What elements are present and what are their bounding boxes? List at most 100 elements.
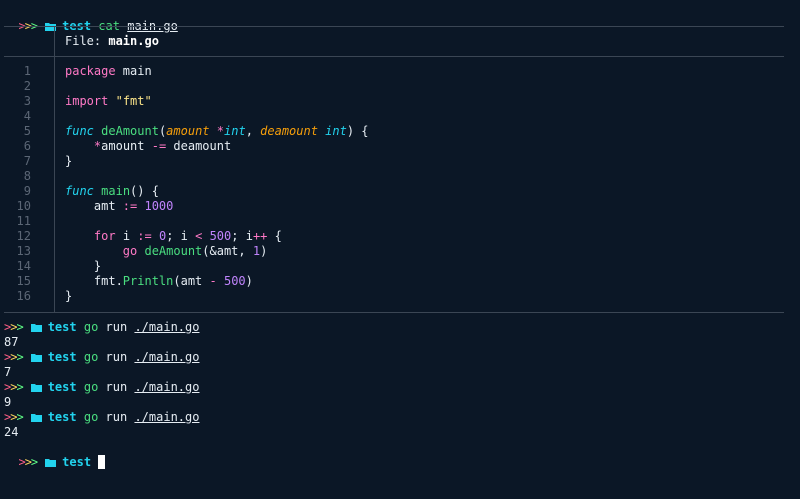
command-arg: run [105,380,128,394]
code-token: } [65,289,73,303]
line-number: 7 [23,154,31,168]
line-number: 10 [16,199,31,213]
folder-icon [30,414,42,422]
code-token: } [65,154,73,168]
top-divider [4,26,784,27]
code-token: 1 [252,244,261,258]
code-token: i [115,229,138,243]
code-token: (&amt, [202,244,253,258]
code-token: } [65,259,102,273]
code-text: } [65,154,72,169]
folder-icon [30,384,42,392]
code-token: amount [166,124,210,138]
code-token: 500 [209,229,232,243]
command-path: ./main.go [134,350,200,364]
code-token: Println [122,274,174,288]
prompt-line-cat: >>>test cat main.go [4,4,177,33]
code-token: () { [130,184,159,198]
code-token: deAmount [101,124,159,138]
prompt-line-run: >>> test go run ./main.go [4,320,199,335]
prompt-line-run: >>> test go run ./main.go [4,350,199,365]
code-token: ; i [166,229,196,243]
line-number: 8 [23,169,31,183]
code-token: ++ [252,229,268,243]
code-token: for [93,229,116,243]
prompt-arrows: >>> [4,380,24,394]
code-token: go [122,244,138,258]
code-token: 1000 [144,199,174,213]
active-prompt-line[interactable]: >>> test [4,440,106,469]
prompt-directory: test [47,350,77,364]
code-token: 500 [223,274,246,288]
command-name: go [83,410,99,424]
line-number: 9 [23,184,31,198]
command-path: ./main.go [134,380,200,394]
command-output: 7 [4,365,12,379]
folder-icon [30,324,42,332]
header-divider [4,56,784,57]
line-number: 5 [23,124,31,138]
command-arg: run [105,410,128,424]
code-token: amt [65,199,123,213]
prompt-line-run: >>> test go run ./main.go [4,380,199,395]
text-cursor[interactable] [98,455,106,469]
file-header-label: File: [65,34,102,48]
code-token: amount [101,139,152,153]
code-token: deamount [260,124,318,138]
header-gutter-divider [54,26,55,56]
line-number: 3 [23,94,31,108]
prompt-directory: test [47,380,77,394]
code-token: fmt. [65,274,123,288]
code-token: ) [260,244,268,258]
command-name: go [83,320,99,334]
code-text: go deAmount(&amt, 1) [65,244,268,259]
code-token: main [101,184,131,198]
code-token: -= [151,139,167,153]
code-token: int [325,124,347,138]
folder-icon [30,354,42,362]
code-token: int [224,124,246,138]
command-output: 9 [4,395,12,409]
code-text: } [65,289,72,304]
code-token: deamount [166,139,232,153]
prompt-directory: test [47,320,77,334]
code-token: , [245,124,261,138]
code-text: *amount -= deamount [65,139,231,154]
code-text: } [65,259,101,274]
prompt-arrows: >>> [18,455,38,469]
line-number: 2 [23,79,31,93]
line-number: 6 [23,139,31,153]
command-name: go [83,350,99,364]
prompt-directory: test [47,410,77,424]
code-token: * [216,124,224,138]
file-header-name: main.go [108,34,159,48]
code-token: package [65,64,116,78]
line-number: 13 [16,244,31,258]
line-number: 1 [23,64,31,78]
command-output: 87 [4,335,19,349]
code-text: package main [65,64,152,79]
code-text: func deAmount(amount *int, deamount int)… [65,124,369,139]
prompt-directory: test [62,455,92,469]
code-token: ; i [231,229,253,243]
command-path: ./main.go [134,410,200,424]
code-token: - [209,274,217,288]
command-name: go [83,380,99,394]
line-number: 4 [23,109,31,123]
command-arg: run [105,320,128,334]
prompt-line-run: >>> test go run ./main.go [4,410,199,425]
code-token: ) { [346,124,369,138]
code-token: func [65,124,94,138]
code-text: amt := 1000 [65,199,174,214]
bottom-divider [4,312,784,313]
code-token: deAmount [144,244,203,258]
code-token: { [267,229,282,243]
code-text: func main() { [65,184,159,199]
code-token: (amt [173,274,210,288]
